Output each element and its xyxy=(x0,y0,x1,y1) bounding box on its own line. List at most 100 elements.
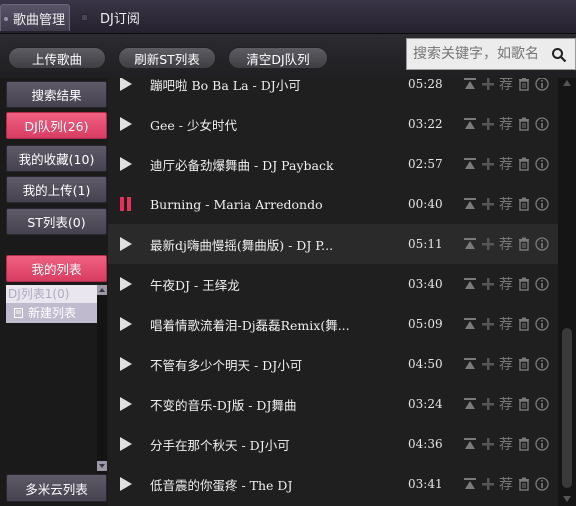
move-to-top-icon[interactable] xyxy=(463,277,477,291)
delete-icon[interactable] xyxy=(517,197,531,211)
scrollbar-thumb[interactable] xyxy=(562,328,572,488)
info-icon[interactable] xyxy=(535,197,549,211)
sidebar-item-favorites[interactable]: 我的收藏(10) xyxy=(6,145,107,172)
tab-song-management[interactable]: 歌曲管理 xyxy=(0,4,70,31)
add-icon[interactable] xyxy=(481,237,495,251)
song-row[interactable]: 不管有多少个明天 - DJ小可 04:50 荐 xyxy=(108,344,558,384)
delete-icon[interactable] xyxy=(517,437,531,451)
play-icon[interactable] xyxy=(120,317,132,331)
move-to-top-icon[interactable] xyxy=(463,317,477,331)
song-row[interactable]: 蹦吧啦 Bo Ba La - DJ小可 05:28 荐 xyxy=(108,78,558,104)
recommend-button[interactable]: 荐 xyxy=(499,274,513,294)
search-icon[interactable] xyxy=(551,47,567,63)
add-icon[interactable] xyxy=(481,277,495,291)
sidebar-scrollbar[interactable] xyxy=(97,285,107,475)
song-row[interactable]: 迪厅必备劲爆舞曲 - DJ Payback 02:57 荐 xyxy=(108,144,558,184)
delete-icon[interactable] xyxy=(517,397,531,411)
info-icon[interactable] xyxy=(535,357,549,371)
scroll-down-icon[interactable] xyxy=(97,461,107,471)
list-scrollbar[interactable] xyxy=(558,78,576,506)
move-to-top-icon[interactable] xyxy=(463,197,477,211)
sidebar-item-search-results[interactable]: 搜索结果 xyxy=(6,81,107,108)
add-icon[interactable] xyxy=(481,477,495,491)
recommend-button[interactable]: 荐 xyxy=(499,114,513,134)
scroll-down-icon[interactable] xyxy=(562,494,572,504)
play-icon[interactable] xyxy=(120,78,132,91)
add-icon[interactable] xyxy=(481,157,495,171)
play-icon[interactable] xyxy=(120,477,132,491)
info-icon[interactable] xyxy=(535,157,549,171)
info-icon[interactable] xyxy=(535,477,549,491)
scroll-up-icon[interactable] xyxy=(97,285,107,295)
info-icon[interactable] xyxy=(535,317,549,331)
delete-icon[interactable] xyxy=(517,277,531,291)
recommend-button[interactable]: 荐 xyxy=(499,434,513,454)
pause-icon[interactable] xyxy=(120,197,132,211)
upload-song-button[interactable]: 上传歌曲 xyxy=(8,47,106,69)
delete-icon[interactable] xyxy=(517,237,531,251)
sidebar-item-st-list[interactable]: ST列表(0) xyxy=(6,208,107,235)
move-to-top-icon[interactable] xyxy=(463,78,477,91)
move-to-top-icon[interactable] xyxy=(463,237,477,251)
sidebar-sub-dj-list-1[interactable]: DJ列表1(0) xyxy=(6,285,97,303)
sidebar-item-cloud-list[interactable]: 多米云列表 xyxy=(6,474,107,502)
info-icon[interactable] xyxy=(535,277,549,291)
add-icon[interactable] xyxy=(481,397,495,411)
song-row[interactable]: Burning - Maria Arredondo 00:40 荐 xyxy=(108,184,558,224)
info-icon[interactable] xyxy=(535,78,549,91)
move-to-top-icon[interactable] xyxy=(463,437,477,451)
add-icon[interactable] xyxy=(481,437,495,451)
song-row[interactable]: 低音震的你蛋疼 - The DJ 03:41 荐 xyxy=(108,464,558,504)
play-icon[interactable] xyxy=(120,397,132,411)
refresh-st-list-button[interactable]: 刷新ST列表 xyxy=(118,47,216,69)
clear-dj-queue-button[interactable]: 清空DJ队列 xyxy=(228,47,328,69)
add-icon[interactable] xyxy=(481,317,495,331)
add-icon[interactable] xyxy=(481,117,495,131)
song-row[interactable]: 最新dj嗨曲慢摇(舞曲版) - DJ P... 05:11 荐 xyxy=(108,224,558,264)
info-icon[interactable] xyxy=(535,237,549,251)
play-icon[interactable] xyxy=(120,237,132,251)
play-icon[interactable] xyxy=(120,117,132,131)
scroll-up-icon[interactable] xyxy=(562,78,572,88)
info-icon[interactable] xyxy=(535,397,549,411)
play-icon[interactable] xyxy=(120,357,132,371)
delete-icon[interactable] xyxy=(517,317,531,331)
song-row[interactable]: Gee - 少女时代 03:22 荐 xyxy=(108,104,558,144)
move-to-top-icon[interactable] xyxy=(463,397,477,411)
add-icon[interactable] xyxy=(481,78,495,91)
move-to-top-icon[interactable] xyxy=(463,157,477,171)
delete-icon[interactable] xyxy=(517,117,531,131)
sidebar-item-dj-queue[interactable]: DJ队列(26) xyxy=(6,112,107,139)
add-icon[interactable] xyxy=(481,197,495,211)
recommend-button[interactable]: 荐 xyxy=(499,154,513,174)
recommend-button[interactable]: 荐 xyxy=(499,194,513,214)
recommend-button[interactable]: 荐 xyxy=(499,314,513,334)
sidebar-item-my-uploads[interactable]: 我的上传(1) xyxy=(6,176,107,203)
recommend-button[interactable]: 荐 xyxy=(499,394,513,414)
play-icon[interactable] xyxy=(120,277,132,291)
delete-icon[interactable] xyxy=(517,78,531,91)
new-list-button[interactable]: 新建列表 xyxy=(6,303,97,323)
info-icon[interactable] xyxy=(535,117,549,131)
recommend-button[interactable]: 荐 xyxy=(499,474,513,494)
song-row[interactable]: 唱着情歌流着泪-Dj磊磊Remix(舞... 05:09 荐 xyxy=(108,304,558,344)
recommend-button[interactable]: 荐 xyxy=(499,234,513,254)
recommend-button[interactable]: 荐 xyxy=(499,354,513,374)
delete-icon[interactable] xyxy=(517,477,531,491)
move-to-top-icon[interactable] xyxy=(463,117,477,131)
song-row[interactable]: 午夜DJ - 王绎龙 03:40 荐 xyxy=(108,264,558,304)
delete-icon[interactable] xyxy=(517,357,531,371)
move-to-top-icon[interactable] xyxy=(463,357,477,371)
song-row[interactable]: 不变的音乐-DJ版 - DJ舞曲 03:24 荐 xyxy=(108,384,558,424)
play-icon[interactable] xyxy=(120,437,132,451)
delete-icon[interactable] xyxy=(517,157,531,171)
play-icon[interactable] xyxy=(120,157,132,171)
sidebar-item-my-lists[interactable]: 我的列表 xyxy=(6,255,107,282)
move-to-top-icon[interactable] xyxy=(463,477,477,491)
add-icon[interactable] xyxy=(481,357,495,371)
search-input[interactable] xyxy=(407,40,545,68)
song-row[interactable]: 分手在那个秋天 - DJ小可 04:36 荐 xyxy=(108,424,558,464)
recommend-button[interactable]: 荐 xyxy=(499,78,513,94)
tab-dj-subscription[interactable]: DJ订阅 xyxy=(76,4,140,31)
info-icon[interactable] xyxy=(535,437,549,451)
